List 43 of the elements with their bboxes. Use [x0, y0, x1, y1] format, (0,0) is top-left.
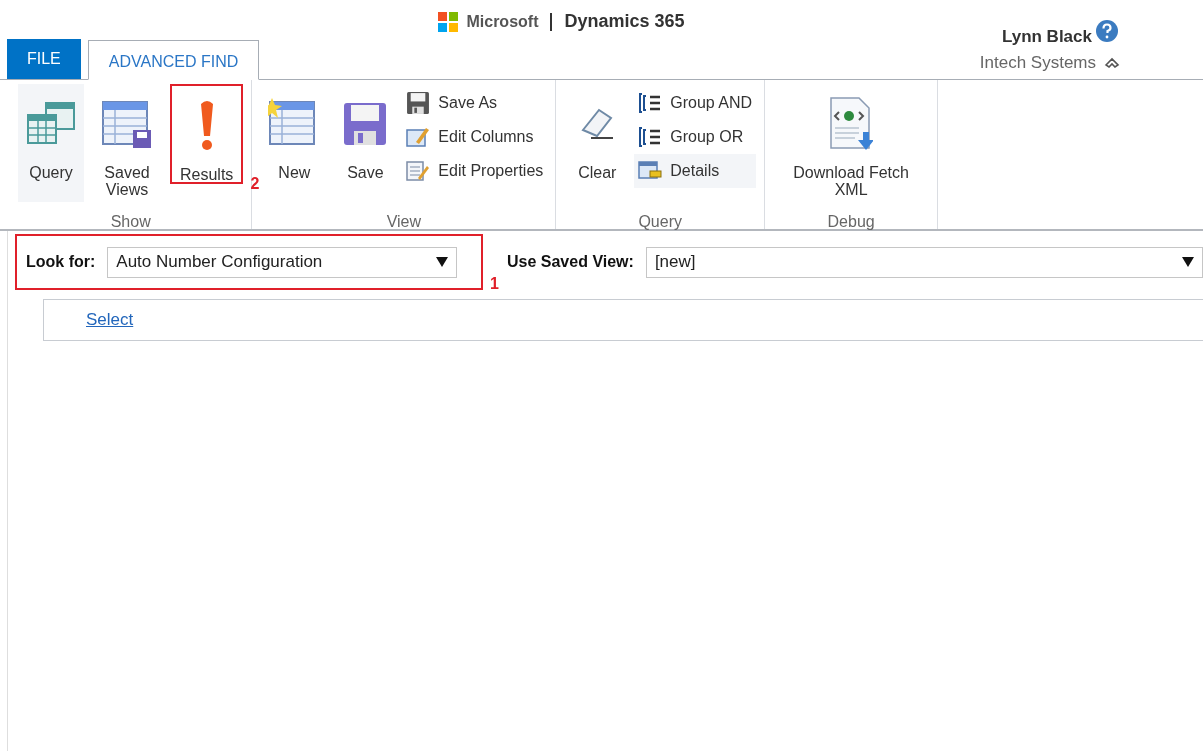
tables-icon [26, 101, 76, 147]
ribbon-button[interactable]: Details [634, 154, 757, 188]
ribbon-button[interactable]: Save [332, 84, 399, 202]
collapse-icon[interactable] [1104, 56, 1120, 69]
xml-document-icon [829, 96, 874, 152]
group-label: Show [109, 212, 152, 232]
ribbon-button[interactable]: Save As [402, 86, 548, 120]
select-link[interactable]: Select [86, 307, 134, 333]
ribbon-button[interactable]: Results [172, 86, 242, 182]
ribbon-button[interactable]: Download Fetch XML [773, 84, 930, 202]
saved-view-label: Use Saved View: [507, 252, 634, 272]
list-pencil-icon [406, 160, 431, 182]
group-label: Debug [826, 212, 876, 232]
ribbon-button[interactable]: Clear [564, 84, 631, 202]
dropdown-arrow-icon [436, 257, 449, 267]
brand-name: Microsoft [466, 11, 539, 32]
saved-view-dropdown[interactable]: [new] [645, 246, 1203, 278]
ribbon-tab[interactable]: FILE [7, 39, 81, 79]
table-floppy-icon [101, 98, 153, 150]
ribbon-button[interactable]: Group AND [634, 86, 757, 120]
organization-name: Intech Systems [979, 51, 1096, 74]
look-for-dropdown[interactable]: Auto Number Configuration [107, 246, 458, 278]
table-tag-icon [638, 160, 663, 182]
bracket-list-icon [638, 126, 663, 148]
group-label: Query [637, 212, 683, 232]
ribbon-button[interactable]: New [260, 84, 329, 202]
group-label: View [385, 212, 422, 232]
ribbon-button[interactable]: Group OR [634, 120, 757, 154]
ribbon-button[interactable]: Edit Properties [402, 154, 548, 188]
dropdown-arrow-icon [1182, 257, 1194, 267]
ribbon-tab[interactable]: ADVANCED FIND [87, 40, 260, 80]
table-pencil-icon [406, 126, 431, 148]
user-name: Lynn Black [1001, 26, 1092, 48]
windows-logo-icon [438, 11, 459, 32]
ribbon-button[interactable]: Saved Views [88, 84, 166, 202]
help-icon[interactable] [1096, 19, 1118, 42]
product-name: Dynamics 365 [564, 10, 685, 33]
look-for-label: Look for: [26, 252, 96, 272]
ribbon-button[interactable]: Query [18, 84, 84, 202]
callout-number: 1 [490, 274, 499, 294]
bracket-list-icon [638, 92, 663, 114]
callout-number: 2 [250, 174, 260, 194]
ribbon-button[interactable]: Edit Columns [402, 120, 548, 154]
